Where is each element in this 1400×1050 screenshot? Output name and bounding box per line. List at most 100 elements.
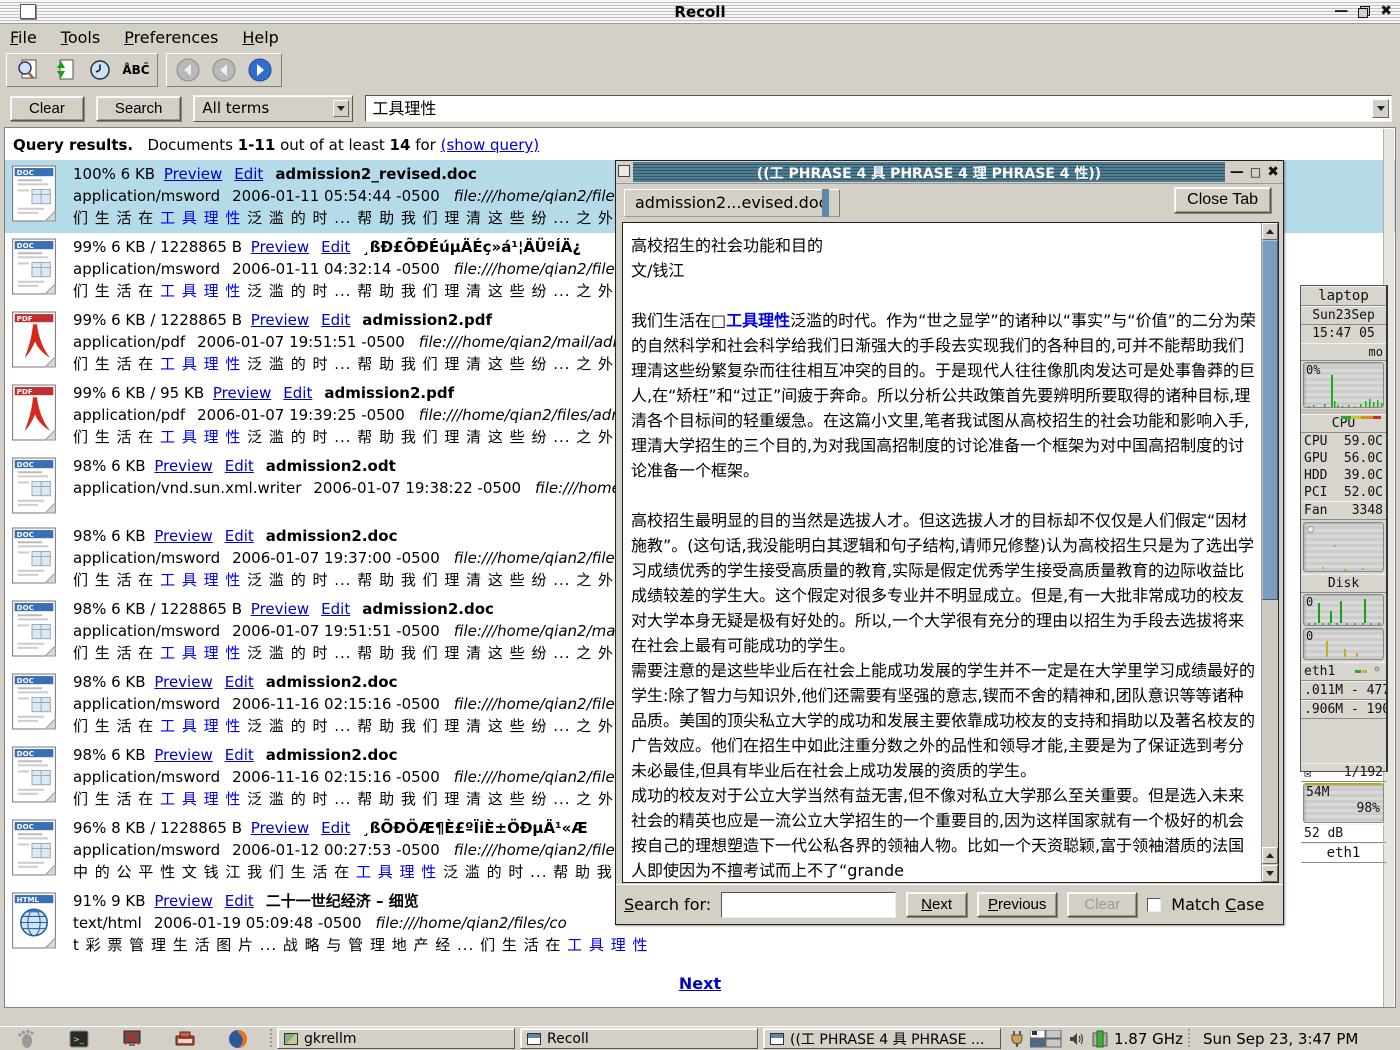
match-case-checkbox[interactable] [1147,898,1161,912]
svg-text:DOC: DOC [17,168,34,177]
edit-link[interactable]: Edit [225,746,254,764]
preview-link[interactable]: Preview [213,384,271,402]
first-page-button[interactable] [171,56,205,84]
gkrellm-bottom-eth1[interactable]: eth1 [1301,843,1386,863]
chevron-down-icon[interactable] [333,100,349,117]
display-settings-launcher[interactable] [119,1028,145,1050]
preview-link[interactable]: Preview [251,600,309,618]
scroll-thumb[interactable] [1262,240,1278,600]
edit-link[interactable]: Edit [321,311,350,329]
query-input[interactable]: 工具理性 [365,95,1392,122]
preview-doc-button[interactable] [11,56,45,84]
firefox-launcher[interactable] [225,1028,251,1050]
preview-link[interactable]: Preview [251,238,309,256]
sort-button[interactable] [47,56,81,84]
edit-link[interactable]: Edit [225,673,254,691]
preview-link[interactable]: Preview [251,819,309,837]
typewriter-launcher[interactable] [172,1028,198,1050]
show-query-link[interactable]: (show query) [441,136,540,154]
edit-link[interactable]: Edit [321,600,350,618]
eth1-label[interactable]: eth1 [1304,664,1335,679]
power-plug-icon[interactable] [1010,1030,1024,1048]
edit-link[interactable]: Edit [283,384,312,402]
edit-link[interactable]: Edit [321,819,350,837]
edit-link[interactable]: Edit [225,457,254,475]
history-button[interactable] [83,56,117,84]
menu-preferences[interactable]: Preferences [124,28,218,47]
preview-link[interactable]: Preview [251,311,309,329]
scroll-up-button2[interactable] [1262,847,1278,864]
edit-link[interactable]: Edit [225,892,254,910]
result-meta: 99% 6 KB / 1228865 B [73,311,247,329]
svg-text:PDF: PDF [17,387,33,396]
mail-row[interactable]: ✉ 1/192 [1301,763,1386,782]
menu-tools[interactable]: Tools [61,28,100,47]
snippet-text: t 彩 票 管 理 生 活 图 片 ... 战 略 与 管 理 地 产 经 ..… [73,936,567,954]
query-history-chevron-icon[interactable] [1372,99,1389,118]
disk-section-header[interactable]: Disk [1301,574,1386,593]
cpufreq-icon[interactable] [1092,1030,1108,1048]
memory-meter[interactable]: 54M 98% [1303,783,1384,823]
preview-tab[interactable]: admission2...evised.doc [624,189,840,217]
preview-link[interactable]: Preview [154,892,212,910]
preview-close-button[interactable]: ✖ [1267,164,1279,181]
close-button[interactable]: ✖ [1380,3,1392,20]
search-button[interactable]: Search [96,96,182,121]
preview-maximize-button[interactable]: □ [1250,164,1261,181]
taskbar-separator[interactable] [268,1029,274,1049]
edit-link[interactable]: Edit [234,165,263,183]
toolbar: ÅBĈ [0,50,1400,90]
next-page-button[interactable] [243,56,277,84]
result-mime: application/msword [73,841,220,859]
minimize-button[interactable]: — [1334,3,1348,20]
disk-chart-1[interactable]: 0 [1303,594,1384,626]
snippet-highlight: 工 具 理 性 [160,428,241,446]
volume-icon[interactable] [1068,1031,1086,1047]
temp-value: 39.0C [1344,467,1383,484]
prev-page-button[interactable] [207,56,241,84]
preview-search-input[interactable] [721,892,896,918]
preview-clear-button[interactable]: Clear [1067,892,1137,917]
preview-minimize-button[interactable]: — [1230,164,1244,181]
workspace-switcher[interactable] [1030,1030,1062,1048]
taskbar-clock[interactable]: Sun Sep 23, 3:47 PM [1203,1030,1358,1048]
gkrellm-hostname[interactable]: laptop [1301,286,1386,306]
terminal-launcher[interactable]: >_ [66,1028,92,1050]
restore-button[interactable] [1358,6,1370,18]
fan-chart[interactable] [1303,522,1384,572]
preview-window-menu-icon[interactable] [618,165,630,177]
cpu-chart[interactable]: 0% [1303,362,1384,408]
snippet-text: 泛 滥 的 时 ... 帮 助 我 们 理 清 这 些 纷 ... 之 外 的 [241,644,635,662]
edit-link[interactable]: Edit [321,238,350,256]
menu-help[interactable]: Help [242,28,278,47]
preview-link[interactable]: Preview [154,673,212,691]
taskbar-button[interactable]: gkrellm [277,1028,515,1049]
preview-link[interactable]: Preview [154,527,212,545]
taskbar-button[interactable]: ((工 PHRASE 4 具 PHRASE ... [763,1028,1001,1049]
preview-document-text[interactable]: 高校招生的社会功能和目的文/钱江 我们生活在□工具理性泛滥的时代。作为“世之显学… [623,223,1261,882]
scroll-down-button[interactable] [1262,865,1278,882]
preview-link[interactable]: Preview [164,165,222,183]
gnome-menu-button[interactable] [13,1028,39,1050]
term-explorer-button[interactable]: ÅBĈ [119,56,153,84]
preview-link[interactable]: Preview [154,457,212,475]
clock-separator[interactable] [1186,1029,1192,1049]
preview-next-button[interactable]: Next [906,892,967,917]
next-results-link[interactable]: Next [679,974,721,993]
preview-link[interactable]: Preview [154,746,212,764]
system-tray: 1.87 GHz [1010,1030,1183,1048]
edit-link[interactable]: Edit [225,527,254,545]
result-icon: DOC [11,817,73,883]
close-tab-button[interactable]: Close Tab [1174,187,1271,213]
preview-text-line [631,283,1257,308]
preview-previous-button[interactable]: Previous [977,892,1057,917]
disk-chart-2[interactable]: 0 [1303,628,1384,660]
search-mode-combo[interactable]: All terms [193,95,353,122]
menu-file[interactable]: File [10,28,37,47]
result-icon: PDF [11,309,73,375]
taskbar-button[interactable]: Recoll [520,1028,758,1049]
scroll-up-button[interactable] [1262,223,1278,240]
snippet-text: 们 生 活 在 [73,282,160,300]
clear-button[interactable]: Clear [10,96,84,121]
preview-scrollbar[interactable] [1261,223,1278,882]
